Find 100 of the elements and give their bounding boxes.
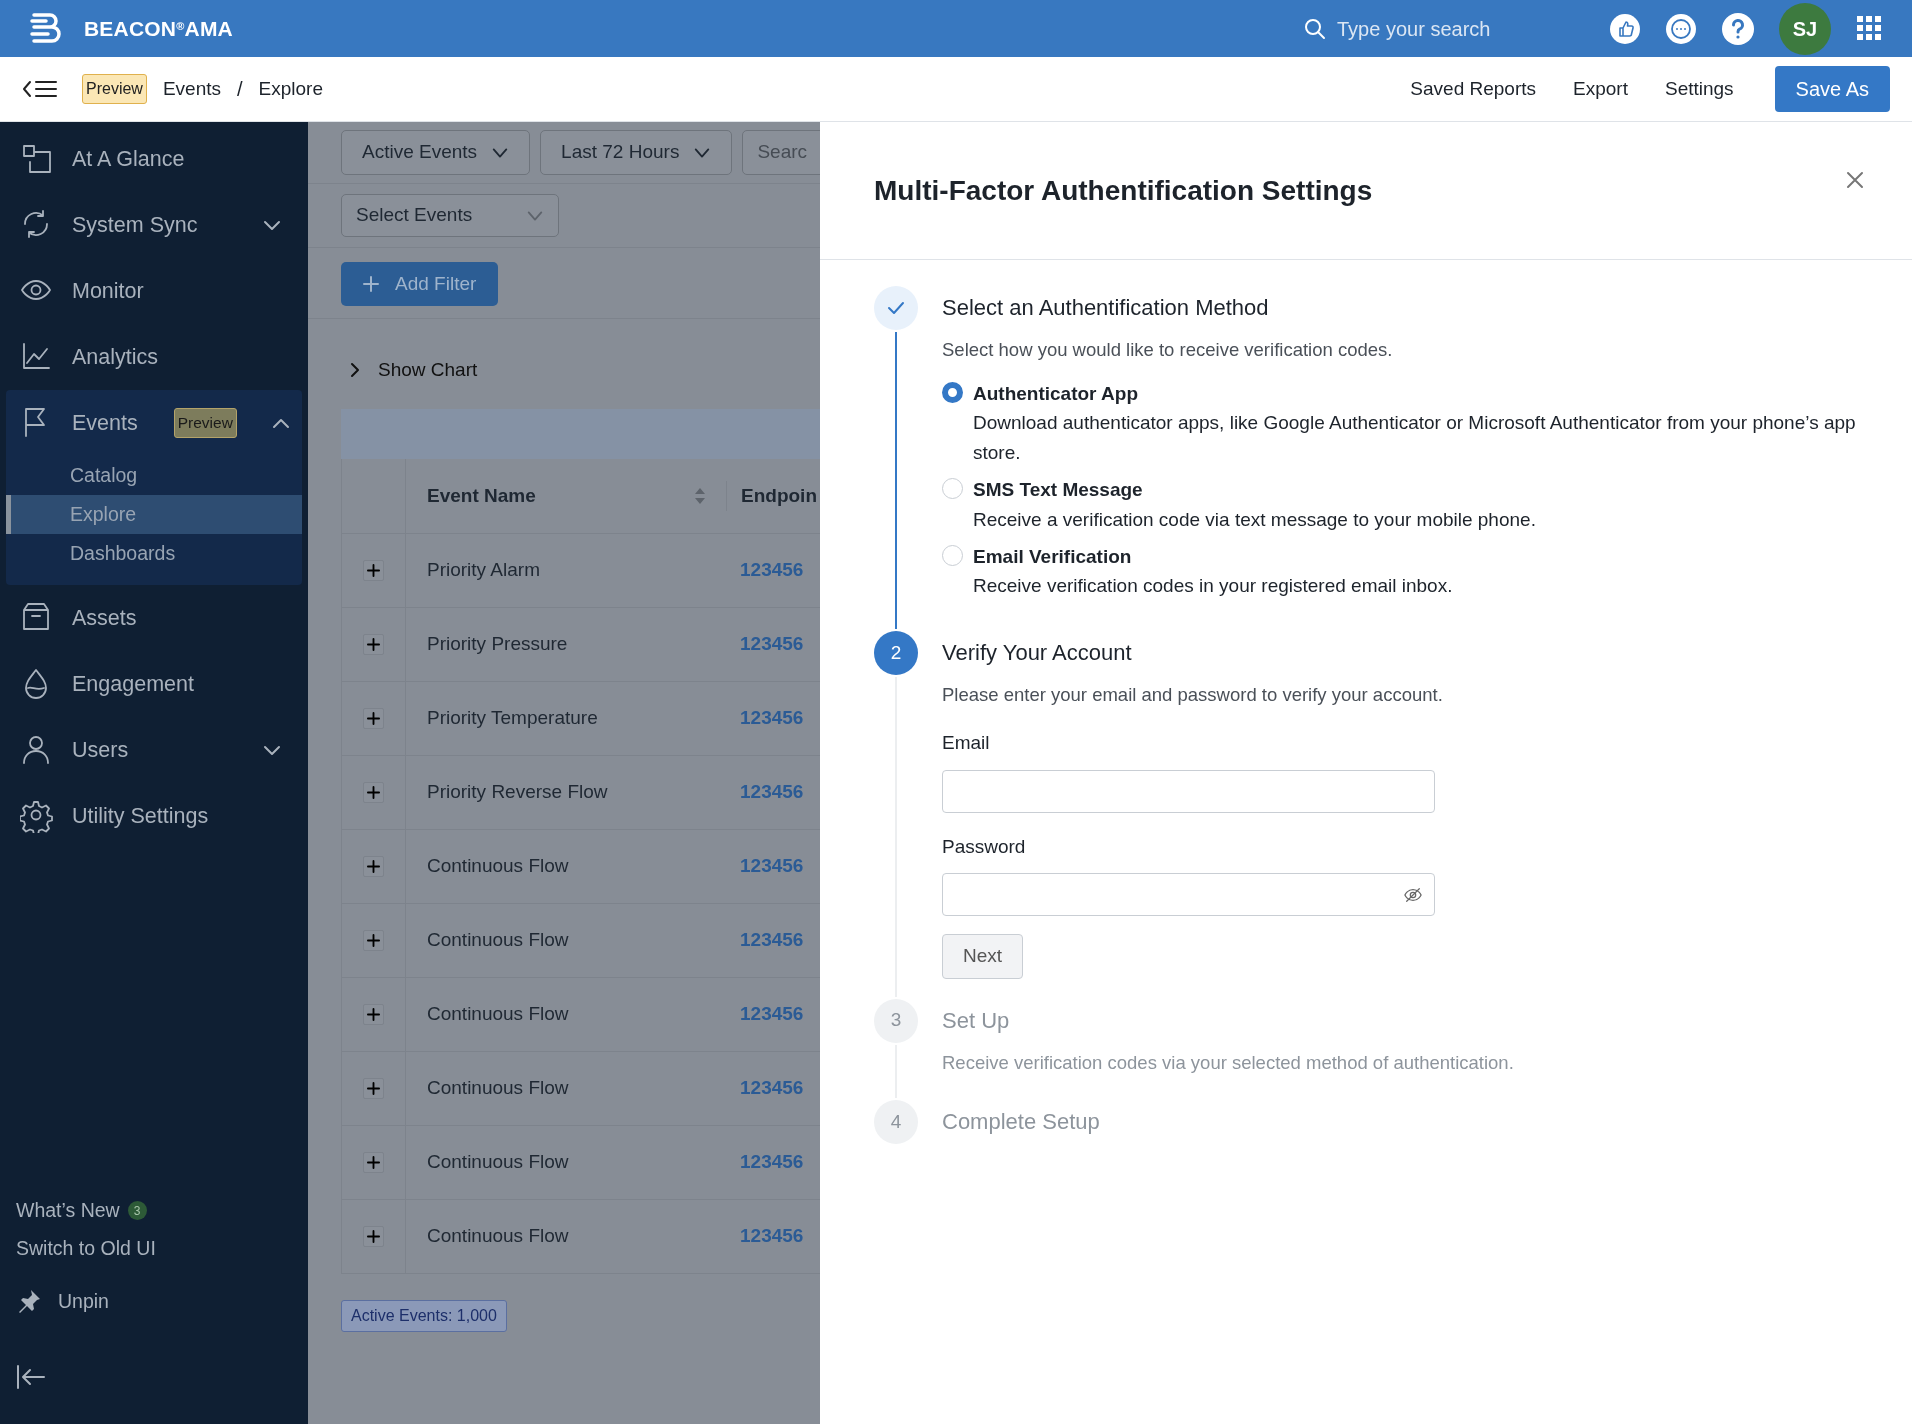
event-select-dropdown[interactable]: Select Events [341, 194, 559, 237]
count-badge: Active Events: 1,000 [341, 1300, 507, 1332]
option-description: Receive a verification code via text message to your mobile phone. [973, 507, 1536, 532]
panel-title: Multi-Factor Authentification Settings [874, 173, 1373, 208]
sidebar-item[interactable]: System Sync [0, 192, 308, 258]
close-icon [1846, 170, 1864, 189]
switch-ui-link[interactable]: Switch to Old UI [16, 1233, 292, 1263]
plus-icon [367, 786, 380, 799]
step-indicator: 2 [874, 631, 918, 676]
sidebar-item[interactable]: Analytics [0, 324, 308, 390]
plus-icon [363, 276, 379, 292]
step-indicator: 3 [874, 998, 918, 1043]
toolbar-link[interactable]: Export [1573, 74, 1628, 104]
whats-new-link[interactable]: What’s New [16, 1196, 120, 1226]
chat-icon[interactable] [1665, 12, 1697, 45]
thumbs-up-icon[interactable] [1609, 12, 1641, 45]
breadcrumb-link[interactable]: Events [162, 74, 221, 104]
expand-row-button[interactable] [363, 1078, 384, 1099]
option-label[interactable]: Authenticator App [973, 379, 1858, 409]
plus-icon [367, 860, 380, 873]
toolbar-link[interactable]: Settings [1664, 74, 1734, 104]
input-field[interactable] [942, 769, 1435, 813]
next-button[interactable]: Next [942, 934, 1024, 979]
brand-name: BEACON$^{®}$AMA [84, 15, 233, 42]
sidebar-item[interactable]: At A Glance [0, 126, 308, 192]
option-label[interactable]: Email Verification [973, 542, 1453, 572]
expand-row-button[interactable] [363, 634, 384, 655]
step-description: Receive verification codes via your selected method of authentication. [942, 1050, 1515, 1075]
table-cell-text: Priority Alarm [426, 558, 541, 583]
sidebar-item[interactable]: Engagement [0, 651, 308, 717]
save-as-button[interactable]: Save As [1774, 66, 1890, 112]
apps-grid-icon[interactable] [1855, 14, 1884, 43]
avatar[interactable]: SJ [1779, 2, 1831, 55]
step-indicator: 4 [874, 1100, 918, 1145]
sidebar-item[interactable]: Assets [0, 585, 308, 651]
show-chart-toggle[interactable]: Show Chart [348, 355, 478, 385]
step-description: Select how you would like to receive verification codes. [942, 338, 1394, 362]
expand-row-button[interactable] [363, 930, 384, 951]
search-field[interactable]: Type your search [1335, 12, 1585, 45]
expand-row-button[interactable] [363, 1152, 384, 1173]
chevron-right-icon [348, 362, 362, 378]
expand-row-button[interactable] [363, 782, 384, 803]
table-cell-text: Continuous Flow [426, 928, 570, 953]
plus-icon [367, 638, 380, 651]
submenu-item[interactable]: Catalog [6, 456, 302, 495]
input-field[interactable] [942, 873, 1435, 916]
breadcrumb-link[interactable]: Explore [258, 74, 323, 104]
expand-row-button[interactable] [363, 1226, 384, 1247]
expand-row-button[interactable] [363, 560, 384, 581]
sidebar-item[interactable]: Monitor [0, 258, 308, 324]
column-header: Endpoin [726, 481, 817, 511]
layout-icon [20, 142, 54, 176]
step-title: Verify Your Account [942, 639, 1133, 668]
table-cell-text: Priority Pressure [426, 632, 569, 657]
table-cell-text: Priority Reverse Flow [426, 780, 609, 805]
sidebar-item[interactable]: Users [0, 717, 308, 783]
breadcrumb-separator: / [237, 77, 243, 102]
sidebar-item[interactable]: Events Preview [6, 390, 302, 456]
table-cell-text: Continuous Flow [426, 1224, 570, 1249]
table-cell-text: Continuous Flow [426, 1150, 570, 1175]
plus-icon [367, 934, 380, 947]
table-cell-text: Priority Temperature [426, 706, 599, 731]
plus-icon [367, 1082, 380, 1095]
filter-dropdown[interactable]: Last 72 Hours [540, 130, 733, 175]
field-label: Email [942, 731, 991, 755]
column-header: Event Name [427, 483, 536, 508]
radio-button[interactable] [942, 381, 963, 403]
step-description: Please enter your email and password to verify your account. [942, 683, 1444, 708]
plus-icon [367, 1008, 380, 1021]
eye-slash-icon[interactable] [1404, 885, 1422, 904]
filter-dropdown[interactable]: Active Events [341, 130, 531, 175]
plus-icon [367, 1230, 380, 1243]
submenu-item[interactable]: Explore [6, 495, 302, 534]
step-title: Select an Authentification Method [942, 294, 1270, 322]
step-title: Complete Setup [942, 1108, 1101, 1137]
gear-icon [20, 799, 54, 833]
expand-row-button[interactable] [363, 856, 384, 877]
help-icon[interactable] [1721, 11, 1755, 46]
option-description: Receive verification codes in your registered email inbox. [973, 574, 1453, 599]
count-badge: 3 [127, 1201, 147, 1221]
submenu-item[interactable]: Dashboards [6, 534, 302, 573]
field-label: Password [942, 834, 1027, 859]
preview-badge: Preview [82, 74, 147, 104]
table-cell-text: Continuous Flow [426, 1076, 570, 1101]
expand-row-button[interactable] [363, 1004, 384, 1025]
preview-badge: Preview [173, 408, 237, 438]
search-icon [1303, 16, 1327, 41]
collapse-sidebar-icon[interactable] [16, 1364, 48, 1390]
step-title: Set Up [942, 1006, 1011, 1035]
toolbar-link[interactable]: Saved Reports [1410, 74, 1537, 104]
plus-icon [367, 564, 380, 577]
option-description: Download authenticator apps, like Google Authenticator or Microsoft Authenticator from your phone’s app store. [973, 411, 1857, 466]
unpin-link[interactable]: Unpin [58, 1286, 109, 1316]
table-cell-text: Continuous Flow [426, 1002, 570, 1027]
expand-row-button[interactable] [363, 708, 384, 729]
plus-icon [367, 1156, 380, 1169]
sidebar-item[interactable]: Utility Settings [0, 783, 308, 849]
table-cell-text: Continuous Flow [426, 854, 570, 879]
plus-icon [367, 712, 380, 725]
option-label[interactable]: SMS Text Message [973, 476, 1536, 505]
